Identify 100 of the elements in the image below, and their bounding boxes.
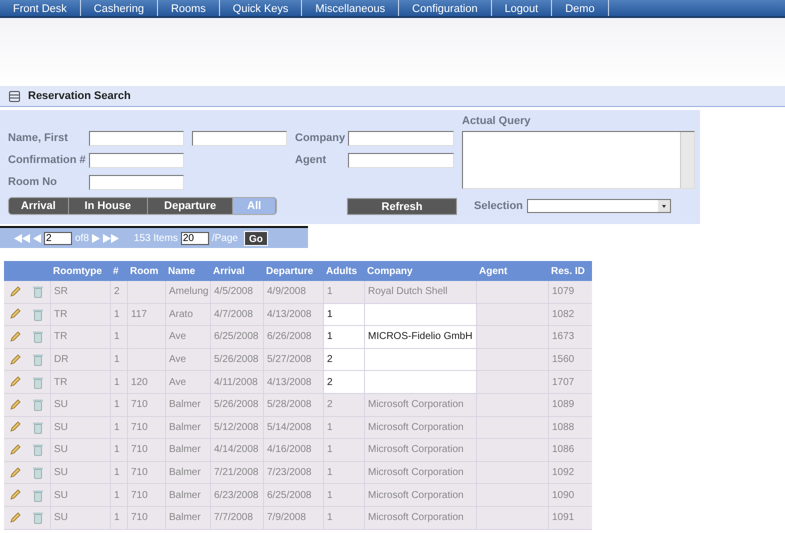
column-header[interactable]: Agent [476,264,548,278]
pencil-icon[interactable] [9,376,21,388]
table-cell: DR [50,348,110,370]
column-header[interactable]: Name [165,264,210,278]
text-field[interactable] [89,152,184,168]
trash-icon[interactable] [32,353,44,366]
pencil-icon[interactable] [9,330,21,343]
filter-tab[interactable]: Arrival [9,198,69,214]
table-cell: Arato [165,304,210,326]
table-cell: SU [50,394,110,416]
menu-item[interactable]: Demo [552,0,609,16]
table-cell: Microsoft Corporation [364,439,476,461]
text-field[interactable] [89,130,184,146]
pencil-icon[interactable] [9,398,21,411]
per-page-field[interactable]: 20 [180,232,209,244]
trash-icon[interactable] [32,398,44,412]
table-cell: 4/7/2008 [210,304,263,326]
text-field[interactable] [192,130,287,146]
page-count: of8 [75,232,89,246]
trash-icon[interactable] [32,285,44,298]
menu-item[interactable]: Logout [492,0,552,16]
previous-page-icon[interactable] [33,234,41,242]
filter-tab[interactable]: Departure [148,198,234,214]
trash-icon[interactable] [32,376,44,389]
table-cell: 1 [110,506,127,529]
page-field[interactable]: 2 [44,232,72,244]
last-page-icon[interactable] [102,234,119,242]
field-label: Selection [474,198,523,214]
trash-icon[interactable] [32,511,44,524]
table-cell: 7/23/2008 [263,462,323,484]
text-field[interactable] [348,130,454,146]
column-header[interactable]: Company [364,264,476,278]
trash-icon[interactable] [32,443,44,456]
table-cell: SU [50,416,110,438]
column-header[interactable]: Roomtype [50,264,110,278]
text-field[interactable] [89,174,184,190]
refresh-button[interactable]: Refresh [347,198,457,214]
pencil-icon[interactable] [9,354,21,366]
column-header[interactable]: # [110,264,127,278]
trash-icon[interactable] [32,308,44,321]
table-cell: TR [50,371,110,393]
table-cell: 1 [323,326,364,348]
table-cell: SR [50,281,110,303]
table-cell: 1079 [548,281,592,303]
selection-dropdown[interactable] [526,199,671,213]
table-cell: 7/7/2008 [210,506,263,529]
table-cell: 6/23/2008 [210,484,263,506]
scrollbar[interactable] [680,132,694,188]
column-header[interactable]: Res. ID [548,264,592,278]
table-cell: 1089 [548,394,592,416]
table-cell: 2 [323,371,364,393]
table-cell: 6/25/2008 [210,326,263,348]
pencil-icon[interactable] [9,421,21,434]
table-cell: 1 [323,416,364,438]
query-textarea[interactable] [462,131,695,189]
first-page-icon[interactable] [14,234,30,242]
table-cell: 1 [110,416,127,438]
pencil-icon[interactable] [9,444,21,456]
column-header[interactable]: Departure [263,264,323,278]
filter-tab[interactable]: In House [68,198,148,214]
pencil-icon[interactable] [9,308,21,320]
column-header[interactable]: Adults [323,264,364,278]
pencil-icon[interactable] [9,466,21,479]
menu-item[interactable]: Rooms [158,0,220,16]
trash-icon[interactable] [32,330,44,344]
pencil-icon[interactable] [9,489,21,502]
next-page-icon[interactable] [92,234,100,242]
menu-item[interactable]: Front Desk [0,0,81,16]
panel-title: Reservation Search [28,88,131,104]
table-cell: 5/12/2008 [210,416,263,438]
table-cell: Balmer [165,394,210,416]
item-count: 153 Items [134,232,178,246]
menu-item[interactable]: Configuration [399,0,492,16]
table-cell: 7/21/2008 [210,462,263,484]
trash-icon[interactable] [32,420,44,434]
table-cell: 710 [127,416,165,438]
column-header[interactable]: Room [127,264,165,278]
field-label: Company [295,130,346,146]
go-button[interactable]: Go [244,230,268,246]
table-cell: 1 [110,326,127,348]
menu-item[interactable]: Miscellaneous [302,0,400,16]
table-cell: 710 [127,439,165,461]
table-cell: 7/9/2008 [263,506,323,529]
table-cell: SU [50,506,110,529]
menu-item[interactable]: Quick Keys [220,0,302,16]
table-cell: 710 [127,462,165,484]
pencil-icon[interactable] [9,512,21,524]
pencil-icon[interactable] [9,286,21,298]
text-field[interactable] [348,152,454,168]
column-header[interactable]: Arrival [210,264,263,278]
table-cell: 1707 [548,371,592,393]
table-cell: 1 [323,281,364,303]
table-cell: Balmer [165,484,210,506]
trash-icon[interactable] [32,488,44,502]
table-cell: Royal Dutch Shell [364,281,476,303]
trash-icon[interactable] [32,466,44,480]
table-cell: 4/14/2008 [210,439,263,461]
table-cell: 1082 [548,304,592,326]
field-label: Actual Query [462,114,532,129]
menu-item[interactable]: Cashering [80,0,158,16]
